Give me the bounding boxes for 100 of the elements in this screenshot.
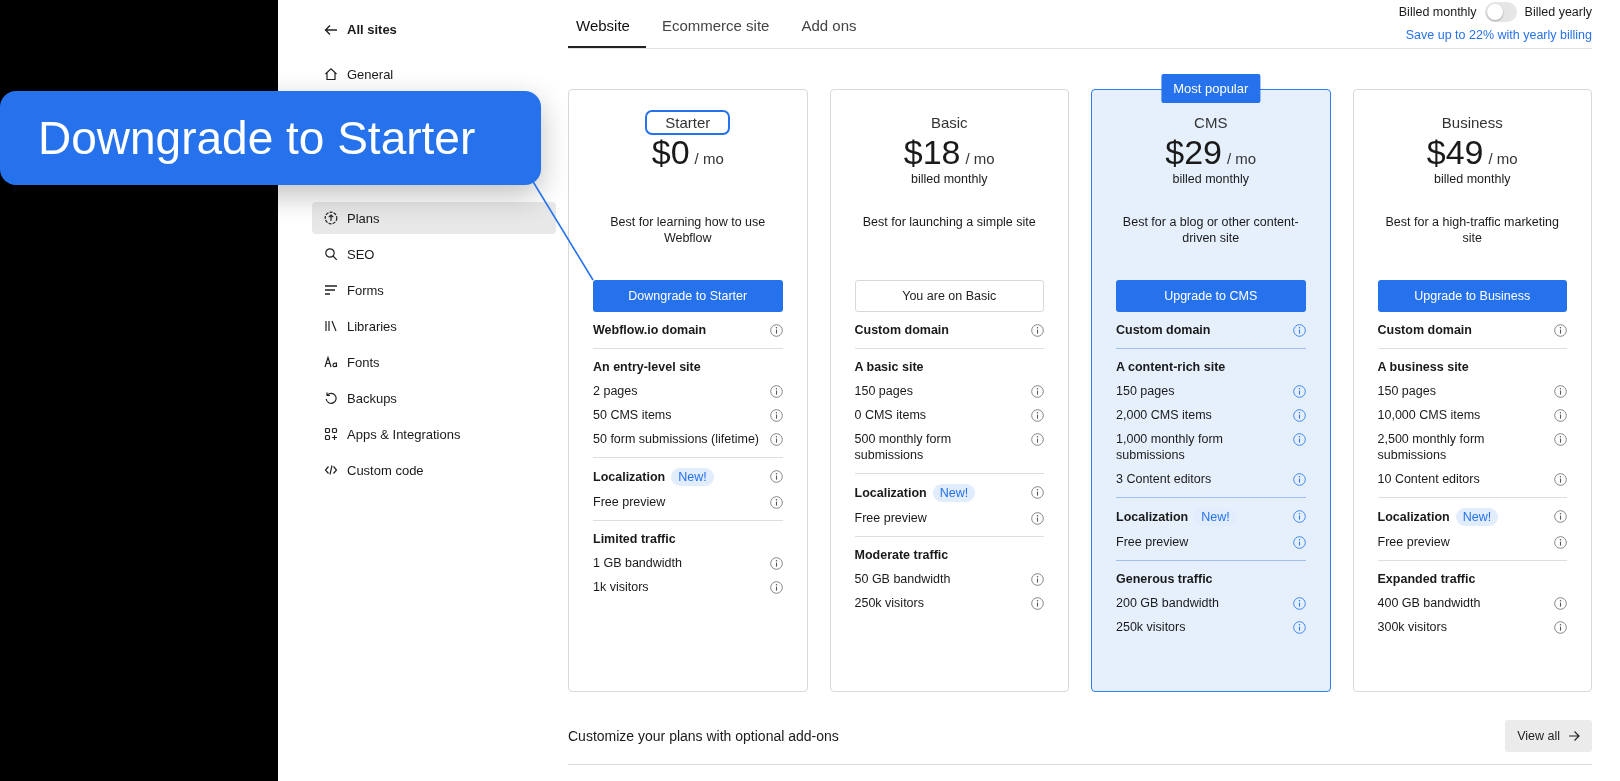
info-icon[interactable] (1292, 409, 1306, 422)
info-icon[interactable] (769, 385, 783, 398)
sidebar-item[interactable]: Forms (312, 274, 556, 306)
plan-price: $0 (651, 133, 690, 172)
forms-icon (324, 283, 338, 297)
info-icon[interactable] (769, 324, 783, 337)
feature-heading: Custom domain (1377, 322, 1472, 338)
feature-heading: Custom domain (854, 322, 949, 338)
feature-text: Free preview (593, 494, 666, 510)
info-icon[interactable] (1554, 510, 1567, 523)
feature-text: 250k visitors (1116, 619, 1186, 635)
info-icon[interactable] (1031, 573, 1044, 586)
billing-note: billed monthly (911, 172, 988, 186)
info-icon[interactable] (1554, 433, 1567, 446)
view-all-button[interactable]: View all (1505, 720, 1592, 752)
backups-icon (324, 391, 338, 405)
sidebar-item[interactable]: Fonts (312, 346, 556, 378)
sidebar-item[interactable]: Custom code (312, 454, 556, 486)
feature-heading: An entry-level site (593, 359, 701, 375)
info-icon[interactable] (1554, 536, 1567, 549)
feature-heading: Localization (1377, 509, 1450, 525)
price-period: / mo (694, 150, 724, 167)
info-icon[interactable] (1031, 385, 1044, 398)
feature-text: 2 pages (593, 383, 638, 399)
info-icon[interactable] (1031, 409, 1044, 422)
info-icon[interactable] (1292, 536, 1306, 549)
feature-text: 2,500 monthly form submissions (1377, 431, 1486, 463)
info-icon[interactable] (1292, 597, 1306, 610)
feature-text: 1 GB bandwidth (593, 555, 682, 571)
sidebar-item[interactable]: Plans (312, 202, 556, 234)
info-icon[interactable] (1031, 512, 1044, 525)
info-icon[interactable] (1554, 621, 1567, 634)
feature-heading: Localization (1116, 509, 1189, 525)
info-icon[interactable] (1031, 324, 1044, 337)
sidebar-item[interactable]: Backups (312, 382, 556, 414)
info-icon[interactable] (769, 409, 783, 422)
info-icon[interactable] (769, 470, 783, 483)
billing-note: billed monthly (1434, 172, 1511, 186)
libraries-icon (324, 319, 338, 333)
info-icon[interactable] (1554, 324, 1567, 337)
feature-heading: Custom domain (1116, 322, 1211, 338)
info-icon[interactable] (769, 433, 783, 446)
info-icon[interactable] (1292, 510, 1306, 523)
plan-description: Best for a blog or other content-driven site (1121, 214, 1300, 247)
feature-heading: A basic site (854, 359, 924, 375)
feature-text: 10,000 CMS items (1377, 407, 1481, 423)
feature-text: 50 form submissions (lifetime) (593, 431, 759, 447)
feature-text: 150 pages (854, 383, 913, 399)
info-icon[interactable] (769, 496, 783, 509)
info-icon[interactable] (1554, 597, 1567, 610)
plan-button[interactable]: Downgrade to Starter (593, 280, 783, 312)
sidebar-item[interactable]: General (312, 58, 556, 90)
info-icon[interactable] (1292, 473, 1306, 486)
plan-price: $49 (1426, 133, 1484, 172)
plan-button[interactable]: Upgrade to CMS (1116, 280, 1306, 312)
info-icon[interactable] (1292, 621, 1306, 634)
savings-link[interactable]: Save up to 22% with yearly billing (1405, 28, 1592, 42)
feature-heading: A business site (1377, 359, 1469, 375)
apps-icon (324, 427, 338, 441)
sidebar-item[interactable]: Libraries (312, 310, 556, 342)
sidebar-item[interactable]: SEO (312, 238, 556, 270)
feature-text: 1k visitors (593, 579, 649, 595)
back-link[interactable]: All sites (312, 20, 556, 39)
info-icon[interactable] (1031, 486, 1044, 499)
feature-text: 2,000 CMS items (1116, 407, 1212, 423)
feature-heading: Limited traffic (593, 531, 676, 547)
plan-button[interactable]: Upgrade to Business (1377, 280, 1567, 312)
feature-text: 400 GB bandwidth (1377, 595, 1481, 611)
plan-price: $29 (1165, 133, 1222, 172)
price-period: / mo (1227, 150, 1257, 167)
info-icon[interactable] (1292, 433, 1306, 446)
tab[interactable]: Add ons (785, 0, 873, 48)
price-period: / mo (1488, 150, 1518, 167)
tab[interactable]: Ecommerce site (645, 0, 786, 48)
feature-heading: Generous traffic (1116, 571, 1213, 587)
info-icon[interactable] (1031, 433, 1044, 446)
tab[interactable]: Website (568, 0, 646, 48)
plans-icon (324, 211, 338, 225)
back-arrow-icon (324, 22, 338, 37)
plan-description: Best for learning how to use Webflow (609, 214, 767, 247)
feature-text: 0 CMS items (854, 407, 927, 423)
info-icon[interactable] (1554, 385, 1567, 398)
feature-text: 150 pages (1116, 383, 1175, 399)
feature-text: 10 Content editors (1377, 471, 1480, 487)
plan-button[interactable]: You are on Basic (854, 280, 1044, 312)
info-icon[interactable] (1031, 597, 1044, 610)
info-icon[interactable] (769, 557, 783, 570)
feature-text: 1,000 monthly form submissions (1116, 431, 1224, 463)
billing-toggle[interactable] (1484, 2, 1517, 22)
info-icon[interactable] (1292, 385, 1306, 398)
sidebar-item[interactable]: Apps & Integrations (312, 418, 556, 450)
info-icon[interactable] (1554, 409, 1567, 422)
new-badge: New! (1194, 508, 1237, 526)
info-icon[interactable] (1554, 473, 1567, 486)
info-icon[interactable] (1292, 324, 1306, 337)
fonts-icon (324, 355, 338, 369)
info-icon[interactable] (769, 581, 783, 594)
plan-description: Best for a high-traffic marketing site (1384, 214, 1560, 247)
feature-heading: Webflow.io domain (593, 322, 707, 338)
plan-description: Best for launching a simple site (861, 214, 1037, 231)
